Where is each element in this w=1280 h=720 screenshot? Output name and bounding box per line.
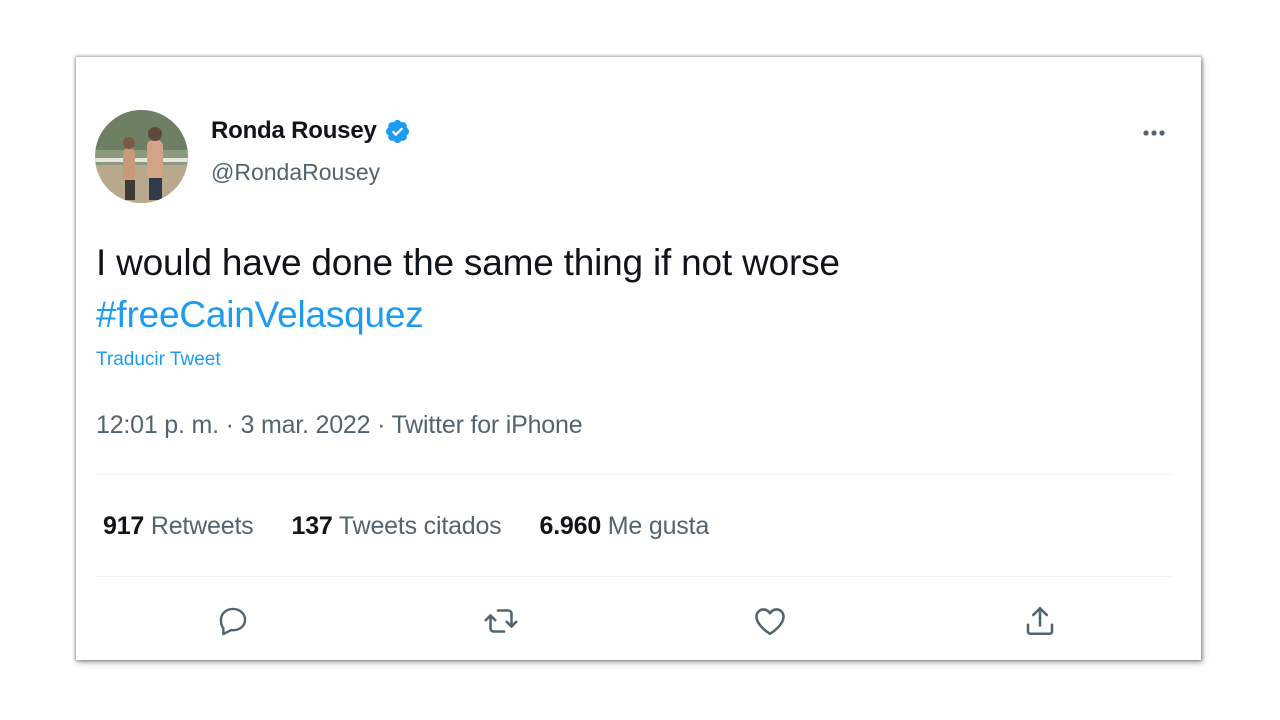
reply-icon[interactable] — [209, 597, 257, 645]
stat-retweets[interactable]: 917 Retweets — [103, 512, 254, 541]
author-name[interactable]: Ronda Rousey — [211, 117, 377, 145]
author-handle[interactable]: @RondaRousey — [211, 159, 380, 186]
more-horizontal-icon[interactable] — [1137, 121, 1171, 145]
retweet-icon[interactable] — [477, 597, 525, 645]
tweet-stats: 917 Retweets 137 Tweets citados 6.960 Me… — [103, 512, 747, 541]
tweet-card: Ronda Rousey @RondaRousey I would have d… — [76, 57, 1201, 660]
divider — [96, 474, 1173, 475]
author-row: Ronda Rousey — [211, 117, 411, 145]
share-icon[interactable] — [1016, 597, 1064, 645]
stat-value: 917 — [103, 512, 145, 540]
tweet-body: I would have done the same thing if not … — [96, 242, 840, 283]
tweet-text: I would have done the same thing if not … — [96, 237, 1156, 341]
avatar[interactable] — [95, 110, 188, 203]
stat-quote-tweets[interactable]: 137 Tweets citados — [292, 512, 502, 541]
hashtag-link[interactable]: #freeCainVelasquez — [96, 289, 1156, 341]
stat-label: Tweets citados — [338, 512, 502, 540]
stat-label: Retweets — [150, 512, 254, 540]
tweet-meta: 12:01 p. m. · 3 mar. 2022 · Twitter for … — [96, 411, 583, 439]
divider — [96, 576, 1173, 577]
action-bar — [76, 597, 1201, 647]
stat-label: Me gusta — [607, 512, 710, 540]
stat-likes[interactable]: 6.960 Me gusta — [539, 512, 709, 541]
translate-tweet-link[interactable]: Traducir Tweet — [96, 349, 221, 371]
stat-value: 137 — [291, 512, 333, 540]
verified-badge-icon — [384, 118, 411, 145]
heart-icon[interactable] — [746, 597, 794, 645]
stat-value: 6.960 — [539, 512, 602, 540]
